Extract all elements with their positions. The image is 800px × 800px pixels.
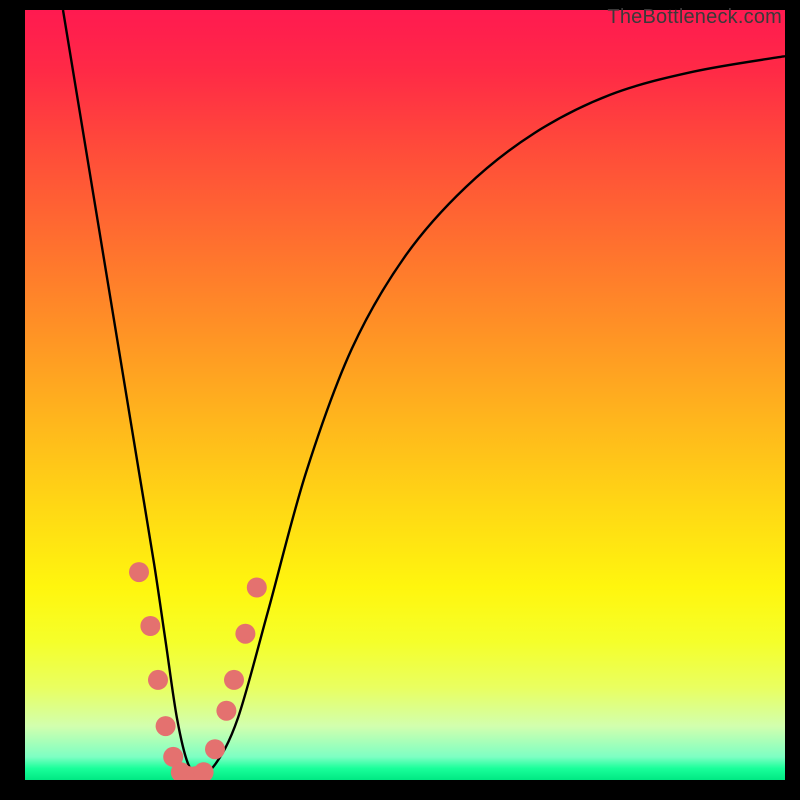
highlight-dot bbox=[194, 762, 214, 780]
highlight-dot bbox=[140, 616, 160, 636]
highlight-dot bbox=[205, 739, 225, 759]
highlight-dot bbox=[235, 624, 255, 644]
highlight-dot bbox=[156, 716, 176, 736]
highlight-dot bbox=[247, 578, 267, 598]
highlight-dot bbox=[224, 670, 244, 690]
highlight-dots bbox=[129, 562, 267, 780]
highlight-dot bbox=[216, 701, 236, 721]
highlight-dot bbox=[129, 562, 149, 582]
highlight-dot bbox=[148, 670, 168, 690]
curve-layer bbox=[25, 10, 785, 780]
chart-frame: TheBottleneck.com bbox=[0, 0, 800, 800]
plot-area bbox=[25, 10, 785, 780]
bottleneck-curve bbox=[63, 10, 785, 772]
